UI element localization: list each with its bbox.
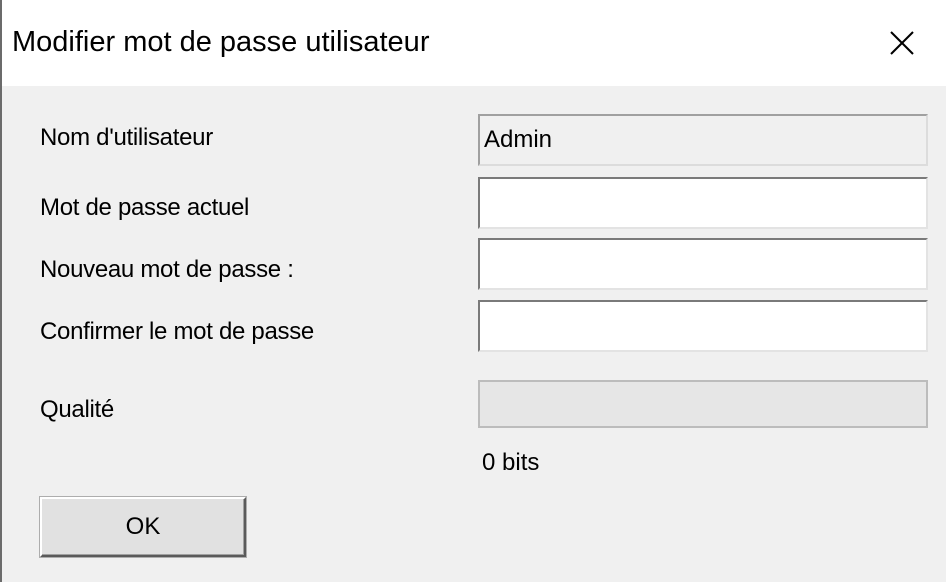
change-password-dialog: Modifier mot de passe utilisateur Nom d'… [0,0,946,582]
quality-bits-text: 0 bits [482,449,540,476]
ok-button[interactable]: OK [40,497,246,557]
ok-button-label: OK [125,513,161,540]
new-password-label: Nouveau mot de passe : [40,256,294,283]
username-field: Admin [478,114,928,166]
close-button[interactable] [858,0,946,86]
quality-label: Qualité [40,396,114,423]
confirm-password-label: Confirmer le mot de passe [40,318,314,345]
current-password-field[interactable] [478,177,928,229]
close-icon [889,30,915,56]
password-quality-bar [478,380,928,428]
new-password-field[interactable] [478,238,928,290]
username-value: Admin [484,126,553,153]
dialog-title: Modifier mot de passe utilisateur [12,26,430,58]
current-password-label: Mot de passe actuel [40,194,250,221]
confirm-password-field[interactable] [478,300,928,352]
title-bar: Modifier mot de passe utilisateur [2,0,946,86]
username-label: Nom d'utilisateur [40,124,213,151]
